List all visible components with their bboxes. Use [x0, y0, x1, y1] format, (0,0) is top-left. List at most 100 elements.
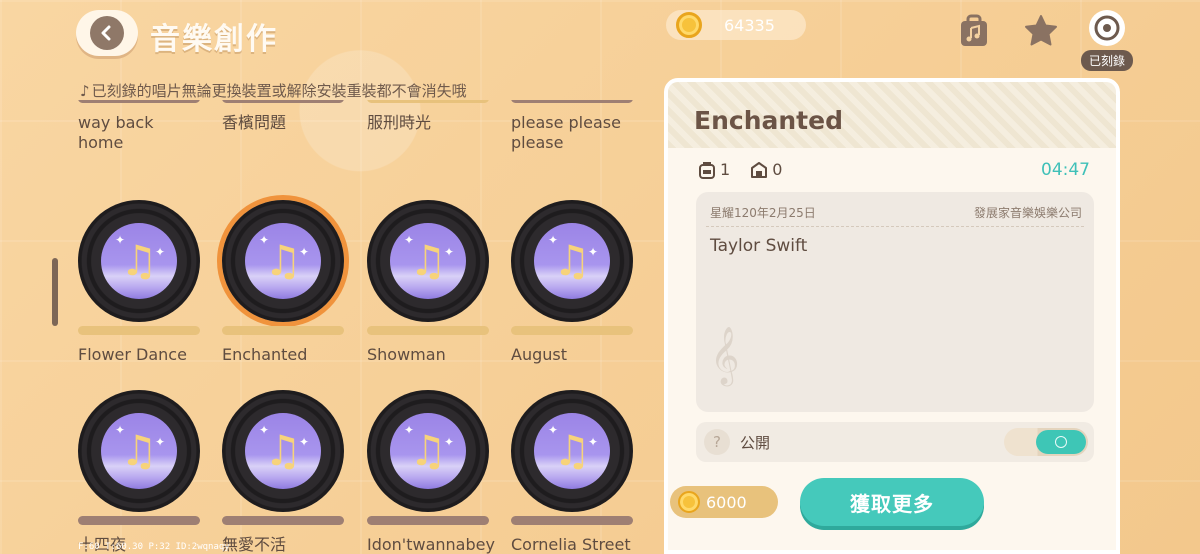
vinyl-disc: ✦ ✦ ♫	[511, 390, 633, 512]
chevron-left-icon	[90, 16, 124, 50]
disc-icon	[1089, 10, 1125, 46]
record-item[interactable]: ✦ ✦ ♫ Cornelia Street	[503, 390, 633, 554]
vinyl-disc: ✦ ✦ ♫	[222, 390, 344, 512]
disc-label: ✦ ✦ ♫	[101, 413, 177, 489]
vinyl-disc: ✦ ✦ ♫	[78, 200, 200, 322]
record-item[interactable]: ✦ ✦ ♫ 十四夜	[70, 390, 200, 554]
debug-overlay: F:60 T:60.30 P:32 ID:2wqnaqy	[78, 542, 230, 552]
record-company: 發展家音樂娛樂公司	[973, 206, 1082, 220]
music-note-icon: ♫	[120, 236, 158, 285]
disc-label: ✦ ✦ ♫	[534, 413, 610, 489]
vinyl-disc: ✦ ✦ ♫	[367, 200, 489, 322]
record-shelf	[222, 516, 344, 525]
record-name: Enchanted	[222, 345, 308, 364]
disc-label: ✦ ✦ ♫	[390, 413, 466, 489]
record-name: 無愛不活	[222, 535, 287, 554]
public-setting: ? 公開	[696, 422, 1094, 462]
record-item[interactable]: 香檳問題	[214, 100, 344, 133]
disc-label: ✦ ✦ ♫	[534, 223, 610, 299]
music-note-icon: ♫	[120, 426, 158, 475]
record-shelf	[511, 326, 633, 335]
page-title: 音樂創作	[150, 22, 278, 57]
coin-balance: 64335	[666, 10, 806, 40]
cost-badge: 6000	[670, 486, 778, 518]
record-shelf	[367, 326, 489, 335]
record-shelf	[367, 100, 489, 103]
recorded-tab-label: 已刻錄	[1080, 50, 1133, 71]
vinyl-disc: ✦ ✦ ♫	[78, 390, 200, 512]
record-name: August	[511, 345, 567, 364]
public-toggle[interactable]	[1004, 428, 1088, 456]
cost-value: 6000	[706, 492, 747, 512]
store-count: 0	[772, 160, 783, 179]
record-name: please please please	[511, 113, 621, 152]
record-shelf	[511, 516, 633, 525]
divider	[706, 226, 1084, 227]
record-item[interactable]: please please please	[503, 100, 633, 153]
song-duration: 04:47	[1041, 160, 1090, 180]
treble-clef-icon: 𝄞	[710, 326, 740, 384]
vinyl-disc: ✦ ✦ ♫	[367, 390, 489, 512]
coin-balance-value: 64335	[724, 15, 775, 35]
record-item[interactable]: ✦ ✦ ♫ August	[503, 200, 633, 365]
back-button[interactable]	[76, 10, 138, 56]
backpack-stat: 1	[698, 160, 730, 179]
record-item[interactable]: ✦ ✦ ♫ Showman	[359, 200, 489, 365]
scrollbar[interactable]	[52, 258, 58, 326]
music-note-icon: ♫	[553, 236, 591, 285]
record-shelf	[367, 516, 489, 525]
music-note-icon: ♪	[80, 81, 90, 100]
backpack-icon	[699, 161, 715, 179]
detail-header: Enchanted	[668, 82, 1116, 148]
music-note-icon: ♫	[409, 236, 447, 285]
record-name: Cornelia Street	[511, 535, 631, 554]
record-name: 香檳問題	[222, 113, 287, 132]
music-bag-icon[interactable]	[958, 14, 990, 52]
disc-label: ✦ ✦ ♫	[101, 223, 177, 299]
song-stats: 1 0	[698, 160, 782, 179]
public-label: 公開	[740, 433, 771, 452]
record-item[interactable]: ✦ ✦ ♫ 無愛不活	[214, 390, 344, 554]
record-shelf	[222, 100, 344, 103]
record-info-card: 星耀120年2月25日 發展家音樂娛樂公司 Taylor Swift 𝄞	[696, 192, 1094, 412]
vinyl-disc: ✦ ✦ ♫	[222, 200, 344, 322]
disc-label: ✦ ✦ ♫	[245, 413, 321, 489]
vinyl-disc: ✦ ✦ ♫	[511, 200, 633, 322]
artist-name: Taylor Swift	[710, 236, 808, 256]
record-shelf	[78, 326, 200, 335]
disc-label: ✦ ✦ ♫	[390, 223, 466, 299]
record-item[interactable]: ✦✦ ♫ Idon'twannabey ouanymore	[359, 390, 495, 554]
backpack-count: 1	[720, 160, 731, 179]
record-item[interactable]: 服刑時光	[359, 100, 489, 133]
coin-icon	[676, 12, 702, 38]
music-note-icon: ♫	[264, 236, 302, 285]
record-item[interactable]: way back home	[70, 100, 200, 153]
record-name: 服刑時光	[367, 113, 432, 132]
record-grid: way back home 香檳問題 服刑時光 please please pl…	[70, 100, 650, 554]
record-name: Idon'twannabey ouanymore	[367, 535, 495, 554]
get-more-button[interactable]: 獲取更多	[800, 478, 984, 526]
music-note-icon: ♫	[264, 426, 302, 475]
help-icon[interactable]: ?	[704, 429, 730, 455]
music-note-icon: ♫	[409, 426, 447, 475]
record-shelf	[78, 516, 200, 525]
song-title: Enchanted	[694, 106, 843, 135]
coin-icon	[678, 491, 700, 513]
record-name: Flower Dance	[78, 345, 187, 364]
record-shelf	[222, 326, 344, 335]
recorded-tab[interactable]: 已刻錄	[1076, 10, 1138, 72]
record-item[interactable]: ✦ ✦ ♫ Flower Dance	[70, 200, 200, 365]
record-date: 星耀120年2月25日	[710, 206, 816, 220]
store-icon	[751, 161, 768, 178]
record-item-selected[interactable]: ✦ ✦ ♫ Enchanted	[214, 200, 344, 365]
toggle-knob	[1036, 430, 1086, 454]
disc-label: ✦ ✦ ♫	[245, 223, 321, 299]
record-shelf	[78, 100, 200, 103]
notice-label: 已刻錄的唱片無論更換裝置或解除安裝重裝都不會消失哦	[91, 82, 467, 100]
record-shelf	[511, 100, 633, 103]
record-name: Showman	[367, 345, 446, 364]
record-name: way back home	[78, 113, 154, 152]
notice-text: ♪ 已刻錄的唱片無論更換裝置或解除安裝重裝都不會消失哦	[80, 80, 467, 101]
star-icon[interactable]	[1024, 14, 1058, 50]
store-stat: 0	[750, 160, 782, 179]
